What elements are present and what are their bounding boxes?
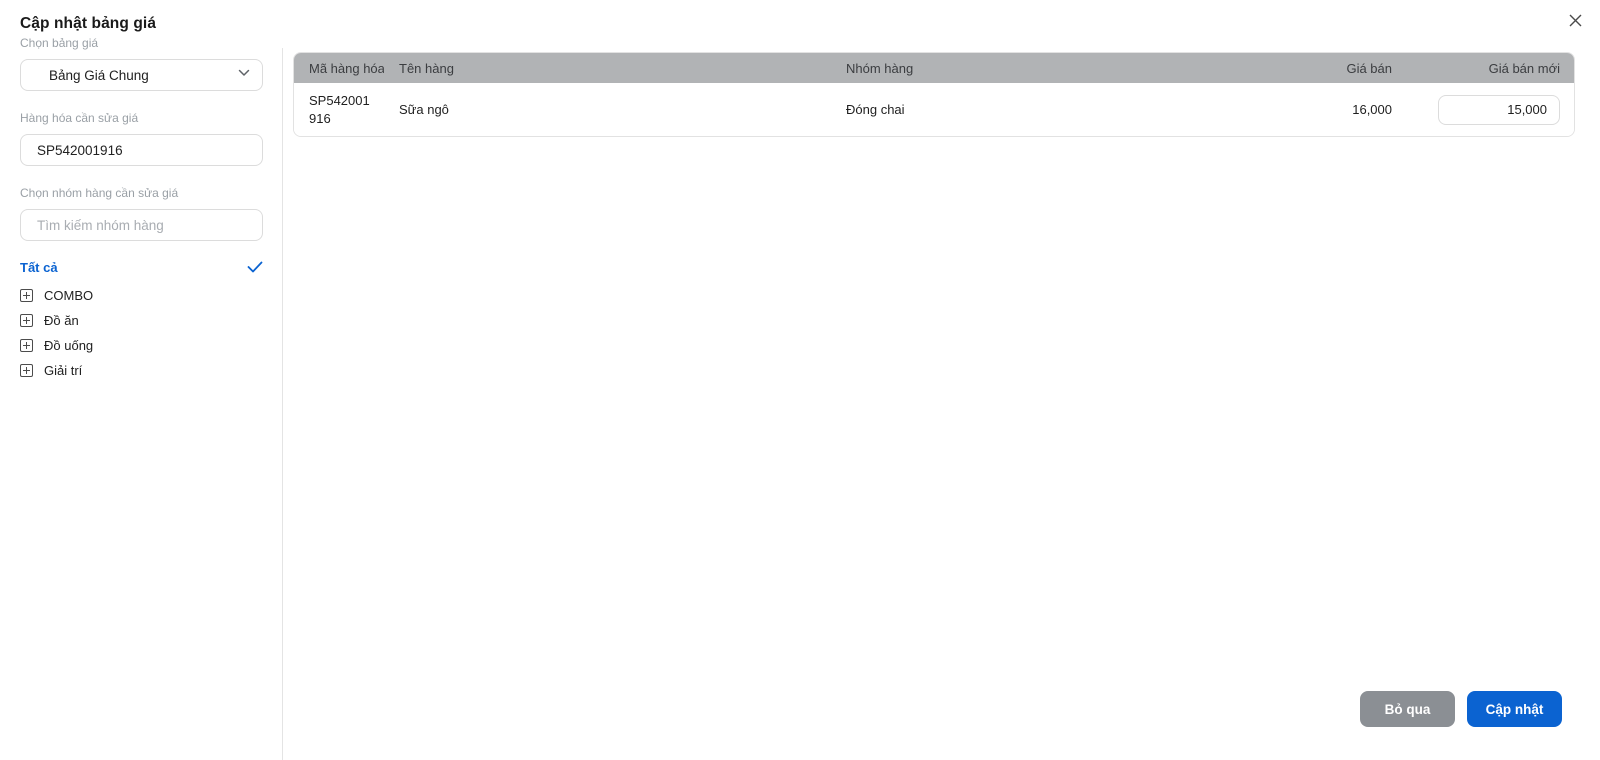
col-header-group: Nhóm hàng [846, 60, 914, 76]
table-row: SP542001916 Sữa ngô Đóng chai 16,000 [294, 83, 1574, 136]
cancel-button[interactable]: Bỏ qua [1360, 691, 1455, 727]
group-filter-label: Chọn nhóm hàng cần sửa giá [20, 186, 179, 200]
price-list-selected-value: Bảng Giá Chung [49, 67, 149, 83]
plus-square-icon[interactable] [20, 339, 33, 352]
col-header-price: Giá bán [1346, 60, 1392, 76]
check-icon [247, 261, 263, 273]
chevron-down-icon [238, 69, 250, 77]
col-header-new-price: Giá bán mới [1488, 60, 1560, 76]
product-code-input[interactable] [20, 134, 263, 166]
dialog-footer: Bỏ qua Cập nhật [1360, 691, 1562, 727]
plus-square-icon[interactable] [20, 364, 33, 377]
group-tree-item-label: Đồ uống [44, 338, 94, 353]
plus-square-icon[interactable] [20, 314, 33, 327]
cell-product-code: SP542001916 [309, 92, 370, 126]
plus-square-icon[interactable] [20, 289, 33, 302]
group-search-input[interactable] [20, 209, 263, 241]
update-button[interactable]: Cập nhật [1467, 691, 1562, 727]
product-code-label: Hàng hóa cần sửa giá [20, 111, 139, 125]
group-all-option[interactable]: Tất cả [20, 258, 263, 276]
group-tree-item-do-uong[interactable]: Đồ uống [20, 333, 263, 358]
cell-product-name: Sữa ngô [399, 102, 449, 117]
new-price-input[interactable] [1438, 94, 1560, 125]
group-all-label: Tất cả [20, 259, 58, 275]
group-tree-item-giai-tri[interactable]: Giải trí [20, 358, 263, 383]
close-icon[interactable] [1564, 9, 1586, 31]
update-price-list-dialog: Cập nhật bảng giá Chọn bảng giá Bảng Giá… [0, 0, 1600, 760]
group-tree-item-combo[interactable]: COMBO [20, 283, 263, 308]
col-header-product-name: Tên hàng [399, 60, 454, 76]
cell-price: 16,000 [1352, 102, 1392, 117]
cell-group: Đóng chai [846, 102, 905, 117]
group-tree: COMBO Đồ ăn Đồ uống Giải trí [20, 283, 263, 383]
group-tree-item-label: COMBO [44, 288, 94, 303]
price-list-select[interactable]: Bảng Giá Chung [20, 59, 263, 91]
group-tree-item-label: Giải trí [44, 363, 83, 378]
price-table: Mã hàng hóa Tên hàng Nhóm hàng Giá bán G… [293, 52, 1575, 137]
price-list-label: Chọn bảng giá [20, 36, 99, 50]
sidebar-divider [282, 48, 283, 760]
price-table-header: Mã hàng hóa Tên hàng Nhóm hàng Giá bán G… [294, 53, 1574, 83]
group-tree-item-do-an[interactable]: Đồ ăn [20, 308, 263, 333]
group-tree-item-label: Đồ ăn [44, 313, 79, 328]
sidebar: Chọn bảng giá Bảng Giá Chung Hàng hóa cầ… [0, 0, 282, 760]
col-header-product-code: Mã hàng hóa [309, 60, 384, 76]
cell-new-price [1406, 94, 1574, 125]
